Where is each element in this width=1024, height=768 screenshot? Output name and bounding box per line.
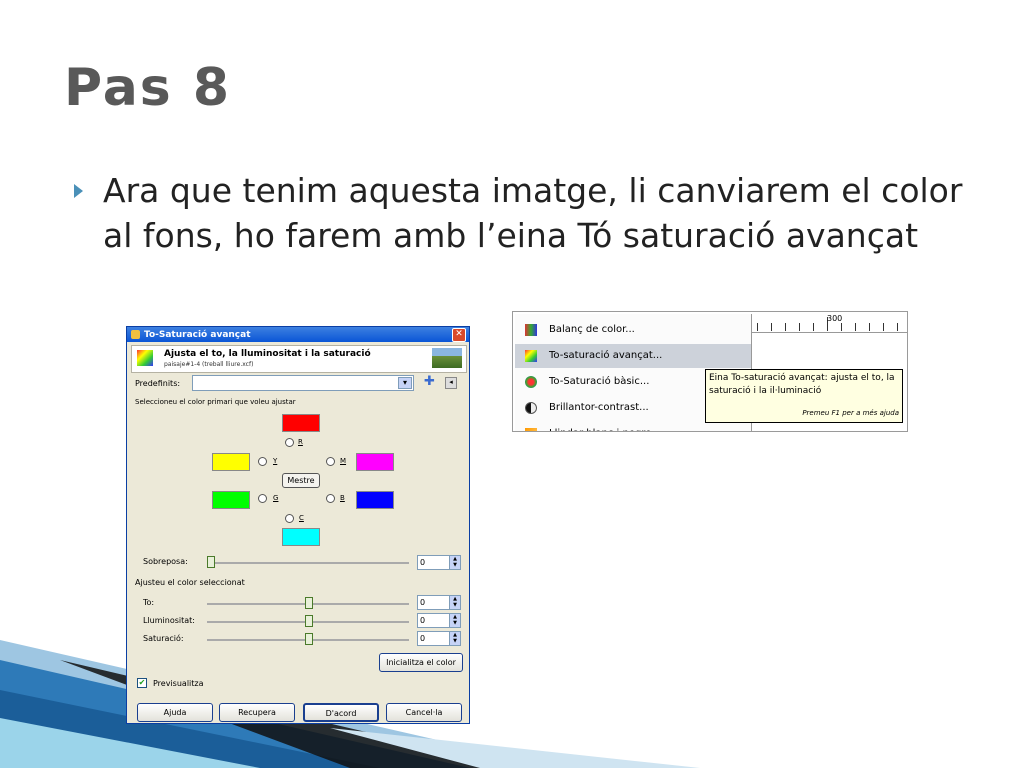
spin-arrows-icon[interactable]: ▲ ▼: [449, 596, 460, 609]
swatch-blue: [356, 491, 394, 509]
header-title: Ajusta el to, la lluminositat i la satur…: [164, 349, 371, 359]
menu-item-label: To-saturació avançat...: [549, 350, 663, 361]
hue-value: 0: [420, 598, 426, 607]
menu-item-threshold[interactable]: Llindar blanc i negre...: [515, 422, 751, 431]
ruler-number: 300: [827, 314, 843, 323]
radio-green[interactable]: [258, 494, 267, 503]
tooltip: Eina To-saturació avançat: ajusta el to,…: [705, 369, 903, 423]
dialog-titlebar: To-Saturació avançat ✕: [127, 327, 469, 342]
header-subtitle: paisaje#1-4 (treball lliure.xcf): [164, 361, 254, 368]
reset-color-button[interactable]: Inicialitza el color: [379, 653, 463, 672]
spin-arrows-icon[interactable]: ▲ ▼: [449, 614, 460, 627]
dialog-title: To-Saturació avançat: [144, 329, 251, 340]
colorize-icon: [525, 376, 537, 388]
overlap-spinbox[interactable]: 0 ▲ ▼: [417, 555, 461, 570]
preview-checkbox[interactable]: ✔: [137, 678, 147, 688]
slide-bullet-text: Ara que tenim aquesta imatge, li canviar…: [103, 171, 963, 255]
presets-label: Predefinits:: [135, 379, 181, 388]
presets-menu-button[interactable]: ◂: [445, 377, 457, 389]
lightness-label: Lluminositat:: [143, 616, 195, 625]
menu-item-label: Balanç de color...: [549, 324, 635, 335]
lightness-spinbox[interactable]: 0 ▲ ▼: [417, 613, 461, 628]
tooltip-text: Eina To-saturació avançat: ajusta el to,…: [709, 373, 895, 396]
swatch-magenta: [356, 453, 394, 471]
swatch-green: [212, 491, 250, 509]
preview-label: Previsualitza: [153, 679, 204, 688]
select-primary-label: Seleccioneu el color primari que voleu a…: [135, 398, 296, 406]
hue-saturation-icon: [137, 350, 153, 366]
brightness-contrast-icon: [525, 402, 537, 414]
saturation-slider-handle[interactable]: [305, 633, 313, 645]
spin-arrows-icon[interactable]: ▲ ▼: [449, 632, 460, 645]
dialog-header: Ajusta el to, la lluminositat i la satur…: [131, 345, 467, 373]
dialog-app-icon: [131, 330, 140, 339]
swatch-cyan: [282, 528, 320, 546]
radio-red-label: R: [298, 438, 303, 446]
menu-item-label: To-Saturació bàsic...: [549, 376, 650, 387]
chevron-down-icon[interactable]: ▾: [398, 377, 412, 389]
radio-red[interactable]: [285, 438, 294, 447]
radio-green-label: G: [273, 494, 279, 502]
add-preset-icon[interactable]: ✚: [424, 375, 435, 388]
radio-yellow-label: Y: [273, 457, 278, 465]
overlap-slider-handle[interactable]: [207, 556, 215, 568]
help-button[interactable]: Ajuda: [137, 703, 213, 722]
slide-title: Pas 8: [64, 58, 232, 118]
spin-arrows-icon[interactable]: ▲ ▼: [449, 556, 460, 569]
menu-item-label: Llindar blanc i negre...: [549, 422, 661, 431]
horizontal-ruler: 300: [751, 312, 907, 333]
adjust-selected-label: Ajusteu el color seleccionat: [135, 578, 245, 587]
radio-cyan[interactable]: [285, 514, 294, 523]
saturation-label: Saturació:: [143, 634, 184, 643]
overlap-slider-track[interactable]: [207, 562, 409, 564]
swatch-yellow: [212, 453, 250, 471]
colors-menu-screenshot: 300 Balanç de color... To-saturació avan…: [512, 311, 908, 432]
hue-spinbox[interactable]: 0 ▲ ▼: [417, 595, 461, 610]
lightness-value: 0: [420, 616, 426, 625]
color-balance-icon: [525, 324, 537, 336]
radio-yellow[interactable]: [258, 457, 267, 466]
swatch-red: [282, 414, 320, 432]
radio-blue[interactable]: [326, 494, 335, 503]
presets-combo[interactable]: ▾: [192, 375, 414, 391]
menu-item-label: Brillantor-contrast...: [549, 402, 649, 413]
radio-cyan-label: C: [299, 514, 304, 522]
menu-item-hue-saturation[interactable]: To-saturació avançat...: [515, 344, 751, 368]
hue-slider-handle[interactable]: [305, 597, 313, 609]
image-thumbnail: [432, 348, 462, 368]
overlap-value: 0: [420, 558, 426, 567]
radio-blue-label: B: [340, 494, 345, 502]
bullet-arrow-icon: [74, 184, 83, 198]
master-button[interactable]: Mestre: [282, 473, 320, 488]
hue-label: To:: [143, 598, 155, 607]
lightness-slider-handle[interactable]: [305, 615, 313, 627]
overlap-label: Sobreposa:: [143, 557, 188, 566]
cancel-button[interactable]: Cancel·la: [386, 703, 462, 722]
tooltip-help: Premeu F1 per a més ajuda: [802, 409, 899, 417]
reset-button[interactable]: Recupera: [219, 703, 295, 722]
dialog-close-button[interactable]: ✕: [452, 328, 466, 342]
saturation-value: 0: [420, 634, 426, 643]
menu-item-color-balance[interactable]: Balanç de color...: [515, 318, 751, 342]
radio-magenta[interactable]: [326, 457, 335, 466]
radio-magenta-label: M: [340, 457, 347, 465]
ok-button[interactable]: D'acord: [303, 703, 379, 722]
saturation-spinbox[interactable]: 0 ▲ ▼: [417, 631, 461, 646]
hue-saturation-icon: [525, 350, 537, 362]
threshold-icon: [525, 428, 537, 431]
hue-saturation-dialog: To-Saturació avançat ✕ Ajusta el to, la …: [126, 326, 470, 724]
